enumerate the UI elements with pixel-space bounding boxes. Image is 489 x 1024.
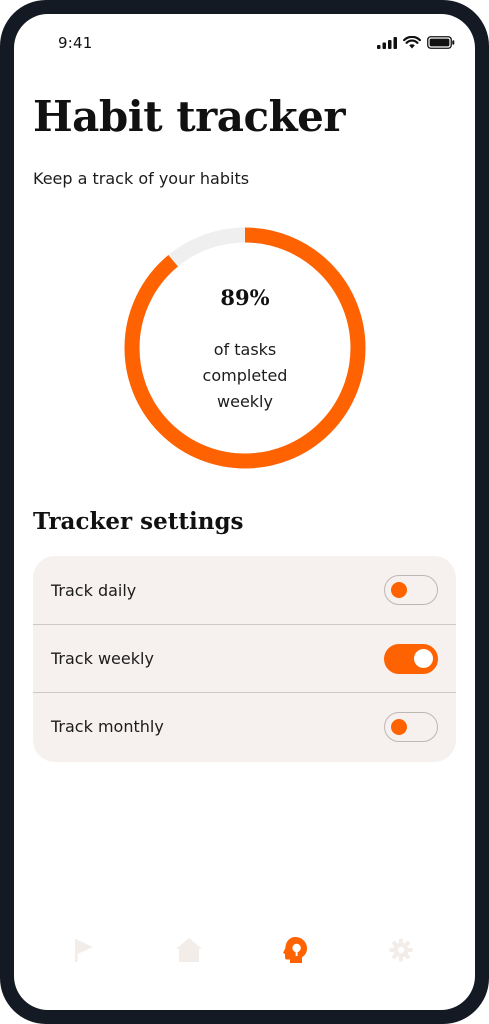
phone-frame: 9:41 Habit tracker Keep a track of your … [0, 0, 489, 1024]
screen: 9:41 Habit tracker Keep a track of your … [14, 14, 475, 1010]
toggle-track-weekly[interactable] [384, 643, 438, 674]
toggle-knob [414, 648, 433, 668]
gear-icon [389, 938, 413, 962]
setting-row-daily: Track daily [33, 556, 456, 624]
nav-item-settings[interactable] [387, 936, 415, 964]
status-icons [377, 36, 455, 49]
nav-item-mind[interactable] [281, 936, 309, 964]
battery-icon [427, 36, 455, 49]
setting-row-monthly: Track monthly [33, 692, 456, 760]
progress-ring: 89% of tasks completed weekly [124, 227, 366, 469]
setting-label: Track weekly [51, 649, 154, 668]
settings-title: Tracker settings [33, 508, 244, 535]
setting-label: Track monthly [51, 717, 164, 736]
status-bar: 9:41 [14, 14, 475, 74]
progress-percent: 89% [220, 285, 270, 310]
progress-caption: of tasks completed weekly [202, 340, 288, 411]
home-icon [176, 938, 202, 962]
page-subtitle: Keep a track of your habits [33, 169, 250, 188]
nav-item-home[interactable] [175, 936, 203, 964]
head-icon [283, 937, 307, 963]
toggle-track-monthly[interactable] [384, 711, 438, 742]
status-time: 9:41 [58, 34, 93, 52]
progress-ring-center: 89% of tasks completed weekly [124, 227, 366, 469]
settings-card: Track daily Track weekly Track monthly [33, 556, 456, 762]
toggle-track-daily[interactable] [384, 575, 438, 605]
toggle-knob [391, 718, 407, 735]
wifi-icon [403, 36, 421, 49]
bottom-nav [14, 926, 475, 970]
flag-icon [75, 939, 93, 962]
signal-icon [377, 36, 397, 49]
page-title: Habit tracker [33, 92, 346, 141]
toggle-knob [391, 582, 407, 598]
nav-item-flag[interactable] [70, 936, 98, 964]
setting-label: Track daily [51, 580, 137, 600]
setting-row-weekly: Track weekly [33, 624, 456, 692]
